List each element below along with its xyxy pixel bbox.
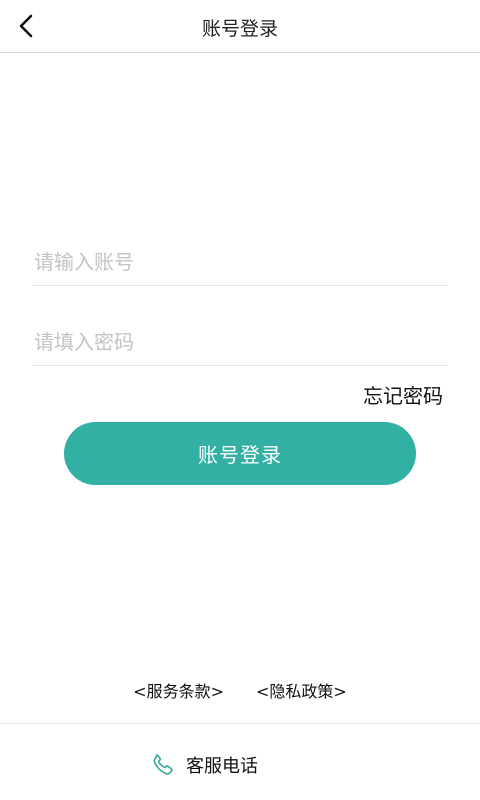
page-title: 账号登录	[201, 18, 278, 40]
account-input[interactable]	[32, 238, 448, 286]
legal-links: <服务条款> <隐私政策>	[0, 678, 480, 702]
privacy-policy-link[interactable]: <隐私政策>	[256, 682, 347, 701]
phone-icon	[153, 753, 173, 775]
customer-service-button[interactable]: 客服电话	[150, 752, 258, 778]
footer-divider	[0, 723, 480, 724]
terms-of-service-link[interactable]: <服务条款>	[133, 682, 224, 701]
password-input[interactable]	[32, 318, 448, 366]
login-button[interactable]: 账号登录	[64, 422, 416, 485]
forgot-password-link[interactable]: 忘记密码	[363, 380, 443, 409]
top-bar: 账号登录	[0, 0, 480, 53]
customer-service-label: 客服电话	[186, 756, 258, 777]
